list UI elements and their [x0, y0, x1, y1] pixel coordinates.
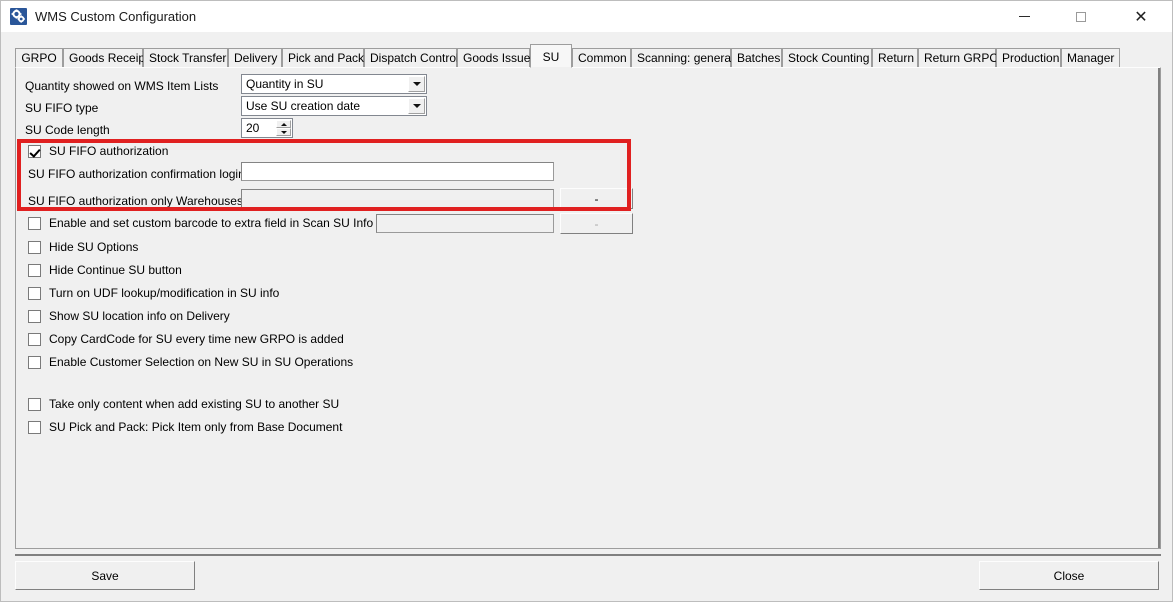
tab-grpo[interactable]: GRPO [15, 48, 63, 68]
show-su-location-info-checkbox[interactable] [28, 310, 41, 323]
su-fifo-type-label: SU FIFO type [25, 101, 99, 115]
close-icon: ✕ [1134, 6, 1148, 26]
only-warehouses-label: SU FIFO authorization only Warehouses [28, 194, 243, 208]
hide-continue-su-button-checkbox[interactable] [28, 264, 41, 277]
su-fifo-authorization-checkbox[interactable] [28, 145, 41, 158]
confirmation-login-input[interactable] [241, 162, 554, 181]
tab-pick-and-pack[interactable]: Pick and Pack [282, 48, 364, 68]
tab-goods-receipt[interactable]: Goods Receipt [63, 48, 148, 68]
tab-dispatch-control[interactable]: Dispatch Control [364, 48, 459, 68]
quantity-showed-value: Quantity in SU [246, 77, 324, 91]
tab-batches[interactable]: Batches [731, 48, 782, 68]
tab-delivery[interactable]: Delivery [228, 48, 282, 68]
minimize-icon [1018, 16, 1030, 17]
tab-su[interactable]: SU [530, 44, 572, 68]
chevron-down-icon[interactable] [408, 76, 425, 92]
confirmation-login-label: SU FIFO authorization confirmation login [28, 167, 245, 181]
udf-lookup-checkbox[interactable] [28, 287, 41, 300]
save-button[interactable]: Save [15, 561, 195, 590]
tab-production[interactable]: Production [996, 48, 1061, 68]
tab-goods-issue[interactable]: Goods Issue [457, 48, 530, 68]
close-button[interactable]: Close [979, 561, 1159, 590]
su-code-length-label: SU Code length [25, 123, 110, 137]
chevron-down-icon[interactable] [408, 98, 425, 114]
gears-icon [10, 8, 27, 25]
custom-barcode-checkbox[interactable] [28, 217, 41, 230]
stepper-down-icon[interactable] [276, 128, 291, 136]
tab-manager[interactable]: Manager [1061, 48, 1120, 68]
window-title: WMS Custom Configuration [35, 9, 197, 24]
wms-custom-configuration-window: WMS Custom Configuration ✕ GRPO Goods Re… [0, 0, 1173, 602]
footer-divider [15, 554, 1161, 556]
customer-selection-label: Enable Customer Selection on New SU in S… [49, 355, 354, 369]
take-only-content-label: Take only content when add existing SU t… [49, 397, 340, 411]
tab-scanning-general[interactable]: Scanning: general [631, 48, 734, 68]
tab-return-grpo[interactable]: Return GRPO [918, 48, 999, 68]
customer-selection-checkbox[interactable] [28, 356, 41, 369]
udf-lookup-label: Turn on UDF lookup/modification in SU in… [49, 286, 280, 300]
title-bar: WMS Custom Configuration ✕ [1, 1, 1172, 32]
su-code-length-value: 20 [246, 121, 260, 135]
custom-barcode-label: Enable and set custom barcode to extra f… [49, 216, 374, 230]
hide-su-options-checkbox[interactable] [28, 241, 41, 254]
su-pick-and-pack-checkbox[interactable] [28, 421, 41, 434]
su-fifo-type-combobox[interactable]: Use SU creation date [241, 96, 427, 116]
su-tab-panel: Quantity showed on WMS Item Lists Quanti… [15, 67, 1161, 549]
tab-stock-transfer[interactable]: Stock Transfer [143, 48, 228, 68]
quantity-showed-label: Quantity showed on WMS Item Lists [25, 79, 219, 93]
hide-continue-su-button-label: Hide Continue SU button [49, 263, 182, 277]
tab-common[interactable]: Common [572, 48, 631, 68]
stepper-up-icon[interactable] [276, 120, 291, 128]
tab-stock-counting[interactable]: Stock Counting [782, 48, 872, 68]
copy-cardcode-label: Copy CardCode for SU every time new GRPO… [49, 332, 344, 346]
su-code-length-stepper[interactable]: 20 [241, 118, 293, 138]
only-warehouses-input [241, 189, 554, 208]
hide-su-options-label: Hide SU Options [49, 240, 139, 254]
take-only-content-checkbox[interactable] [28, 398, 41, 411]
custom-barcode-field [376, 214, 554, 233]
show-su-location-info-label: Show SU location info on Delivery [49, 309, 230, 323]
quantity-showed-combobox[interactable]: Quantity in SU [241, 74, 427, 94]
copy-cardcode-checkbox[interactable] [28, 333, 41, 346]
minimize-button[interactable] [1001, 1, 1047, 32]
tab-strip: GRPO Goods Receipt Stock Transfer Delive… [15, 44, 1161, 68]
custom-barcode-browse-button[interactable]: - [560, 213, 633, 234]
close-window-button[interactable]: ✕ [1118, 1, 1164, 32]
tab-return[interactable]: Return [872, 48, 918, 68]
only-warehouses-browse-button[interactable]: - [560, 188, 633, 209]
su-fifo-type-value: Use SU creation date [246, 99, 361, 113]
su-pick-and-pack-label: SU Pick and Pack: Pick Item only from Ba… [49, 420, 343, 434]
maximize-button[interactable] [1058, 1, 1104, 32]
su-fifo-authorization-label: SU FIFO authorization [49, 144, 169, 158]
panel-right-divider [1158, 68, 1160, 548]
maximize-icon [1076, 11, 1086, 22]
